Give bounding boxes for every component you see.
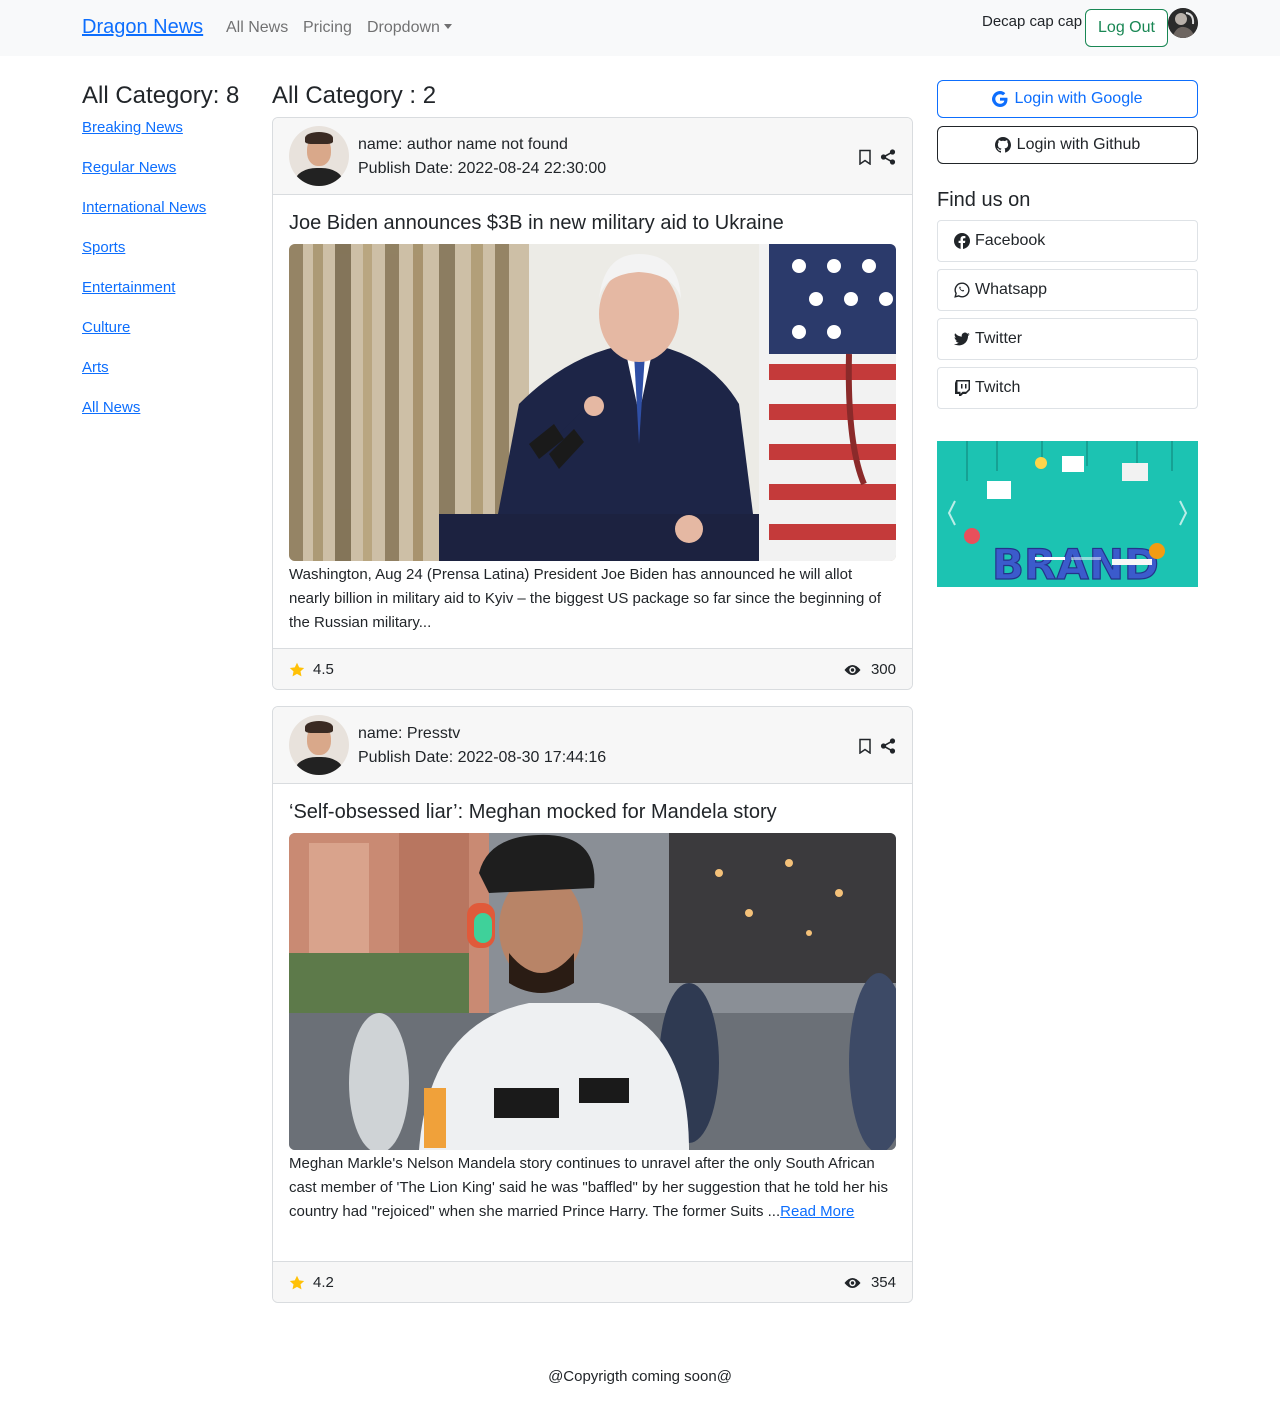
facebook-icon [954, 233, 970, 249]
news-card-footer: 4.5 300 [273, 648, 912, 689]
social-whatsapp[interactable]: Whatsapp [937, 269, 1198, 311]
login-github-button[interactable]: Login with Github [937, 126, 1198, 164]
category-link-culture[interactable]: Culture [82, 319, 130, 336]
login-google-button[interactable]: Login with Google [937, 80, 1198, 118]
views: 300 [844, 661, 896, 678]
star-icon [289, 1275, 305, 1289]
star-icon [289, 662, 305, 676]
author-avatar [289, 126, 349, 186]
nav-all-news[interactable]: All News [226, 19, 288, 37]
news-photo-driver [289, 833, 896, 1150]
rating-value: 4.5 [313, 661, 334, 678]
social-facebook[interactable]: Facebook [937, 220, 1198, 262]
publish-date: Publish Date: 2022-08-24 22:30:00 [358, 160, 607, 177]
social-facebook-label: Facebook [975, 232, 1046, 249]
nav-dropdown[interactable]: Dropdown [367, 19, 452, 37]
social-twitter-label: Twitter [975, 330, 1023, 347]
user-avatar[interactable] [1168, 8, 1198, 38]
news-image [289, 244, 896, 561]
news-card-footer: 4.2 354 [273, 1261, 912, 1302]
views-count: 300 [870, 661, 896, 678]
login-google-label: Login with Google [1014, 90, 1143, 107]
author-name: name: Presstv [358, 725, 461, 742]
news-card: name: author name not found Publish Date… [272, 117, 913, 690]
category-link-regular-news[interactable]: Regular News [82, 159, 176, 176]
category-list: Breaking News Regular News International… [82, 119, 206, 439]
views: 354 [844, 1274, 896, 1291]
category-link-all-news[interactable]: All News [82, 399, 140, 416]
category-link-breaking-news[interactable]: Breaking News [82, 119, 183, 136]
social-twitter[interactable]: Twitter [937, 318, 1198, 360]
footer-copyright: @Copyrigth coming soon@ [548, 1368, 732, 1385]
social-twitch[interactable]: Twitch [937, 367, 1198, 409]
news-count-title: All Category : 2 [272, 82, 437, 109]
eye-icon [844, 1277, 861, 1288]
rating: 4.2 [289, 1274, 334, 1291]
github-icon [994, 137, 1011, 153]
category-link-entertainment[interactable]: Entertainment [82, 279, 175, 296]
logout-button[interactable]: Log Out [1085, 9, 1168, 47]
find-us-title: Find us on [937, 189, 1031, 211]
category-link-sports[interactable]: Sports [82, 239, 125, 256]
nav-pricing[interactable]: Pricing [303, 19, 352, 37]
google-icon [992, 91, 1008, 107]
navbar: Dragon News All News Pricing Dropdown De… [0, 0, 1280, 56]
news-image [289, 833, 896, 1150]
read-more-link[interactable]: Read More [780, 1203, 854, 1220]
news-card-header: name: Presstv Publish Date: 2022-08-30 1… [273, 707, 912, 784]
user-name: Decap cap cap [982, 13, 1083, 30]
category-count-title: All Category: 8 [82, 82, 240, 109]
brand-carousel[interactable]: BRAND [937, 441, 1198, 587]
news-title[interactable]: ‘Self-obsessed liar’: Meghan mocked for … [289, 801, 896, 833]
news-details: Meghan Markle's Nelson Mandela story con… [289, 1152, 896, 1224]
author-name: name: author name not found [358, 136, 568, 153]
bookmark-icon[interactable] [857, 738, 873, 754]
social-twitch-label: Twitch [975, 379, 1021, 396]
social-list: Facebook Whatsapp Twitter Twitch [937, 220, 1198, 416]
bookmark-icon[interactable] [857, 149, 873, 165]
brand-link[interactable]: Dragon News [82, 16, 203, 39]
category-link-arts[interactable]: Arts [82, 359, 109, 376]
share-icon[interactable] [880, 738, 896, 754]
news-details-text: Washington, Aug 24 (Prensa Latina) Presi… [289, 566, 881, 631]
share-icon[interactable] [880, 149, 896, 165]
news-card: name: Presstv Publish Date: 2022-08-30 1… [272, 706, 913, 1303]
author-avatar [289, 715, 349, 775]
news-photo-podium [289, 244, 896, 561]
rating-value: 4.2 [313, 1274, 334, 1291]
news-card-header: name: author name not found Publish Date… [273, 118, 912, 195]
social-whatsapp-label: Whatsapp [975, 281, 1048, 298]
news-details: Washington, Aug 24 (Prensa Latina) Presi… [289, 563, 896, 635]
views-count: 354 [870, 1274, 896, 1291]
category-link-international-news[interactable]: International News [82, 199, 206, 216]
brand-banner-image: BRAND [937, 441, 1198, 587]
eye-icon [844, 664, 861, 675]
twitter-icon [954, 332, 970, 346]
whatsapp-icon [954, 282, 970, 298]
publish-date: Publish Date: 2022-08-30 17:44:16 [358, 749, 607, 766]
nav-dropdown-label: Dropdown [367, 19, 440, 36]
user-avatar-icon [1168, 8, 1198, 38]
news-title[interactable]: Joe Biden announces $3B in new military … [289, 212, 896, 244]
rating: 4.5 [289, 661, 334, 678]
twitch-icon [955, 380, 970, 396]
login-github-label: Login with Github [1016, 136, 1141, 153]
